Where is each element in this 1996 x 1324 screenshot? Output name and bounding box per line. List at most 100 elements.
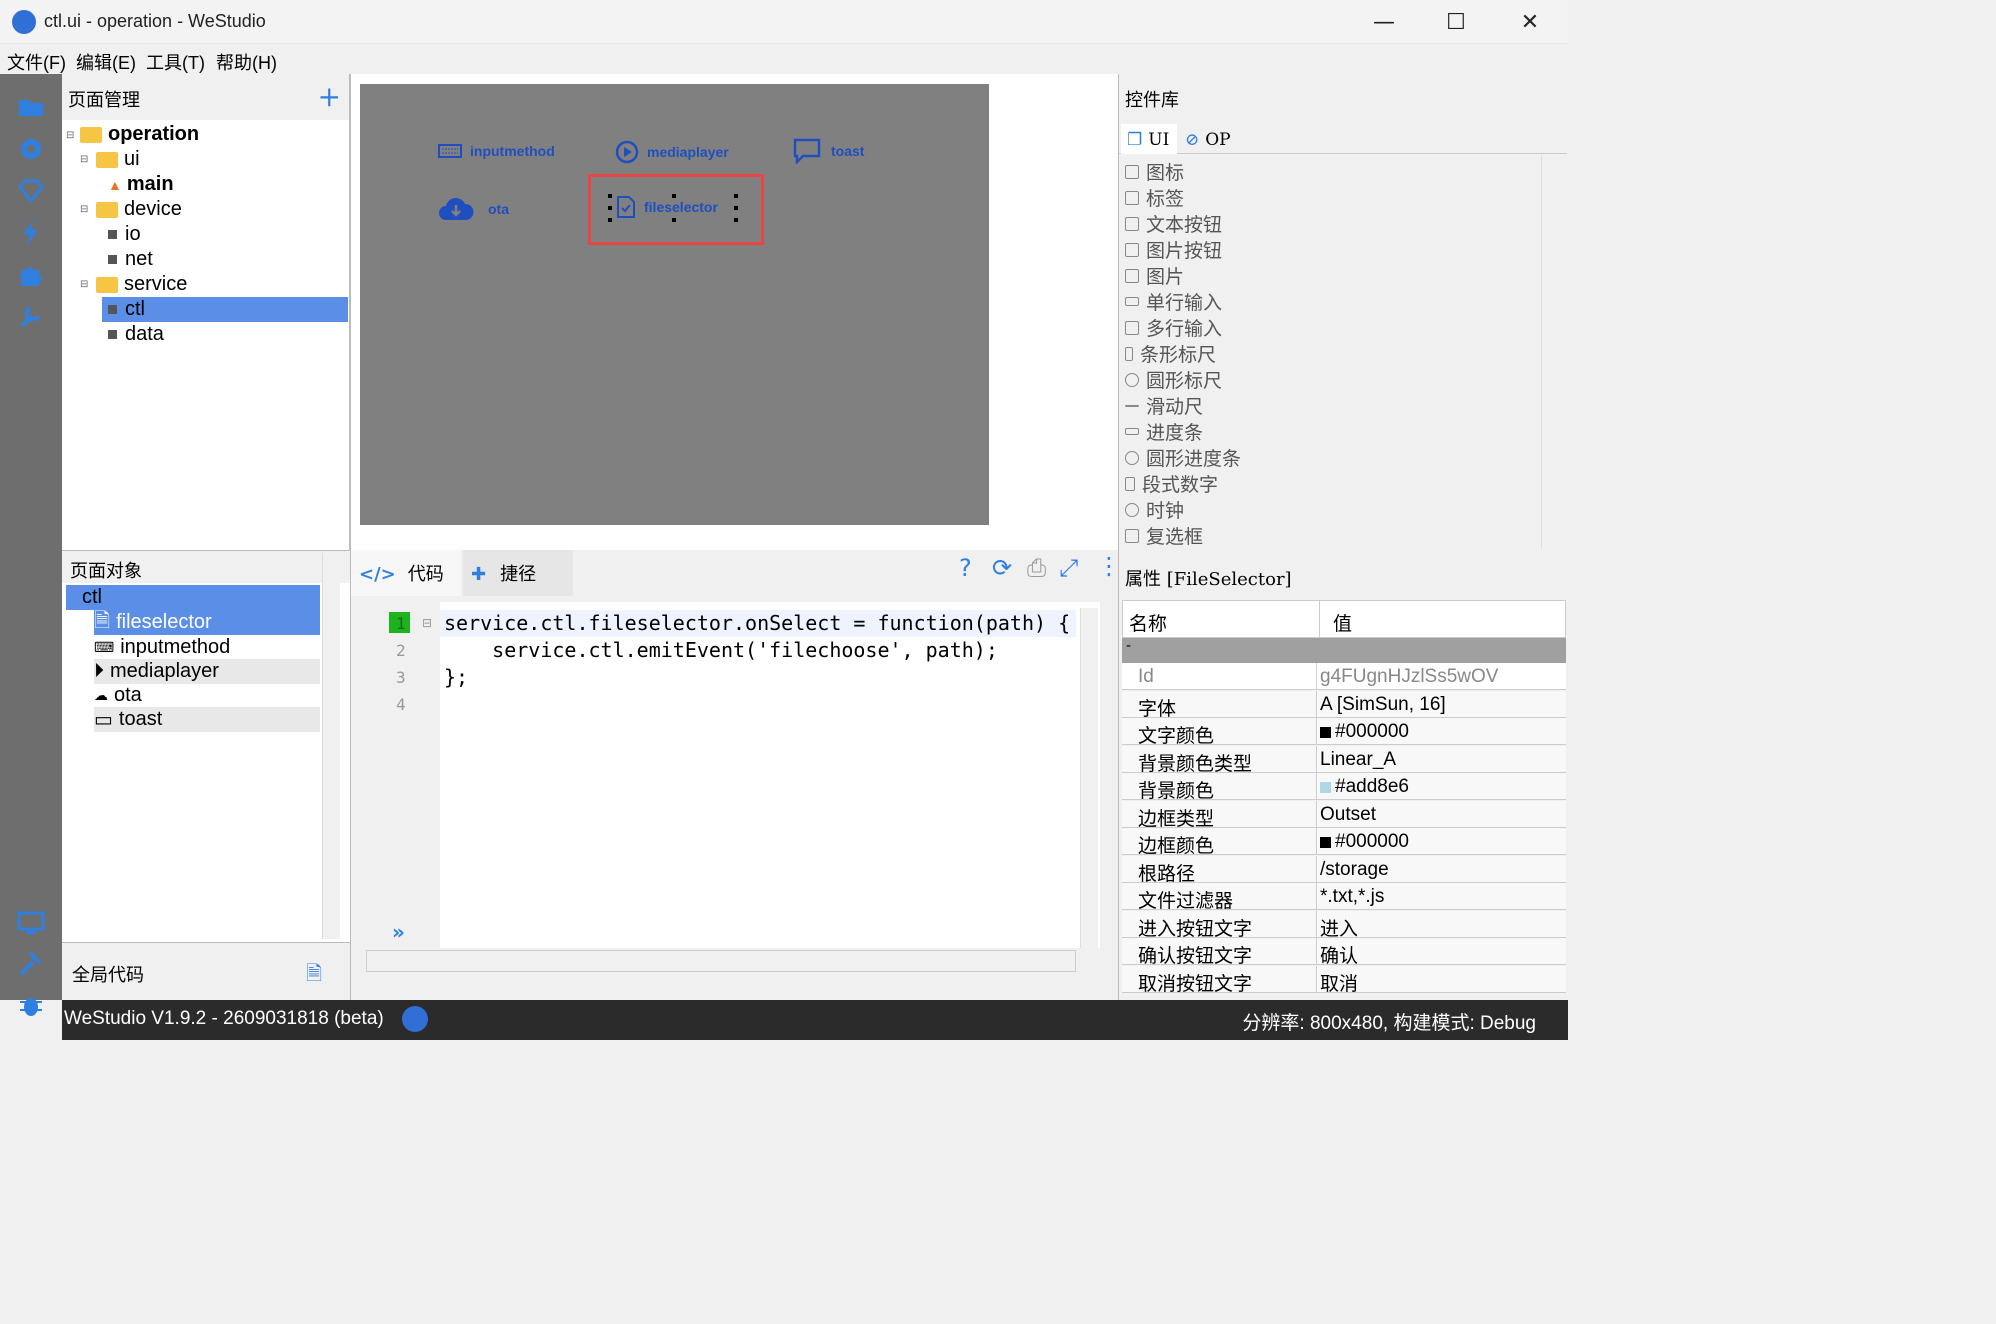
code-editor[interactable]: 1 2 3 4 ⊟ service.ctl.fileselector.onSel… bbox=[360, 602, 1100, 948]
resize-handles[interactable] bbox=[606, 190, 742, 226]
property-row[interactable]: 文件过滤器 *.txt,*.js bbox=[1122, 883, 1566, 912]
widget-label: toast bbox=[831, 143, 865, 159]
property-row[interactable]: Id g4FUgnHJzlSs5wOV bbox=[1122, 663, 1566, 690]
lib-item-multiline-input[interactable]: 多行输入 bbox=[1125, 314, 1222, 341]
editor-vscrollbar[interactable] bbox=[1080, 608, 1098, 948]
monitor-icon[interactable] bbox=[16, 908, 46, 938]
property-value[interactable]: 进入 bbox=[1320, 914, 1358, 941]
property-value[interactable]: A [SimSun, 16] bbox=[1320, 694, 1446, 716]
lib-item-checkbox[interactable]: 复选框 bbox=[1125, 522, 1203, 549]
menu-tools[interactable]: 工具(T) bbox=[146, 49, 205, 75]
diamond-icon[interactable] bbox=[16, 176, 46, 206]
widget-inputmethod[interactable]: inputmethod bbox=[438, 143, 555, 159]
hammer-icon[interactable] bbox=[16, 948, 46, 978]
folder-icon bbox=[96, 276, 118, 293]
lib-item-round-progress[interactable]: 圆形进度条 bbox=[1125, 444, 1241, 471]
object-toast[interactable]: ▭ toast bbox=[94, 707, 320, 732]
property-row[interactable]: 边框类型 Outset bbox=[1122, 800, 1566, 830]
property-value[interactable]: #000000 bbox=[1320, 831, 1409, 853]
property-group-row[interactable]: - bbox=[1122, 638, 1566, 663]
document-icon[interactable]: 🗎 bbox=[306, 959, 322, 993]
property-value[interactable]: #add8e6 bbox=[1320, 776, 1409, 798]
tab-op[interactable]: ⊘ OP bbox=[1179, 124, 1239, 154]
help-icon[interactable]: ? bbox=[959, 554, 972, 582]
property-row[interactable]: 确认按钮文字 确认 bbox=[1122, 938, 1566, 968]
lib-item-bar-gauge[interactable]: 条形标尺 bbox=[1125, 340, 1216, 367]
collapse-icon[interactable]: ⊟ bbox=[66, 130, 74, 141]
lib-item-line-input[interactable]: 单行输入 bbox=[1125, 288, 1222, 315]
tree-node-ctl[interactable]: ctl bbox=[102, 297, 348, 322]
tree-node-operation[interactable]: operation bbox=[80, 122, 199, 147]
property-name: 文件过滤器 bbox=[1138, 891, 1234, 912]
object-fileselector[interactable]: 🗎 fileselector bbox=[94, 610, 320, 635]
menu-file[interactable]: 文件(F) bbox=[7, 49, 66, 75]
property-row[interactable]: 背景颜色类型 Linear_A bbox=[1122, 745, 1566, 775]
collapse-icon[interactable]: ⊟ bbox=[80, 204, 88, 215]
lib-item-image[interactable]: 图片 bbox=[1125, 262, 1184, 289]
lightning-icon[interactable] bbox=[16, 218, 46, 248]
property-value[interactable]: /storage bbox=[1320, 859, 1389, 881]
collapse-icon[interactable]: ⊟ bbox=[80, 279, 88, 290]
widget-toast[interactable]: toast bbox=[793, 138, 864, 164]
lib-item-text-button[interactable]: 文本按钮 bbox=[1125, 210, 1222, 237]
object-mediaplayer[interactable]: ⏵ mediaplayer bbox=[94, 659, 320, 684]
tree-node-ui[interactable]: ui bbox=[96, 147, 140, 172]
property-row[interactable]: 进入按钮文字 进入 bbox=[1122, 910, 1566, 941]
property-row[interactable]: 字体 A [SimSun, 16] bbox=[1122, 690, 1566, 720]
folder-open-icon[interactable] bbox=[16, 92, 46, 122]
property-row[interactable]: 根路径/storage bbox=[1122, 855, 1566, 885]
global-code-bar[interactable]: 全局代码 🗎 bbox=[62, 942, 350, 1000]
property-row[interactable]: 取消按钮文字 取消 bbox=[1122, 965, 1566, 996]
lib-item-icon[interactable]: 图标 bbox=[1125, 158, 1184, 185]
gear-icon[interactable] bbox=[16, 134, 46, 164]
tab-code[interactable]: </> 代码 bbox=[351, 550, 461, 596]
tree-node-service[interactable]: service bbox=[96, 272, 187, 297]
lib-item-image-button[interactable]: 图片按钮 bbox=[1125, 236, 1222, 263]
widget-mediaplayer[interactable]: mediaplayer bbox=[615, 140, 729, 164]
collapse-icon[interactable]: ⊟ bbox=[80, 154, 88, 165]
refresh-icon[interactable]: ⟳ bbox=[992, 554, 1012, 582]
tab-ui[interactable]: ❐ UI bbox=[1121, 124, 1177, 154]
tree-node-net[interactable]: net bbox=[108, 247, 153, 272]
object-inputmethod[interactable]: ⌨ inputmethod bbox=[94, 635, 230, 660]
tab-shortcut[interactable]: ✚ 捷径 bbox=[463, 550, 573, 596]
tree-node-device[interactable]: device bbox=[96, 197, 182, 222]
tree-node-main[interactable]: ▲ main bbox=[108, 172, 174, 197]
property-value[interactable]: #000000 bbox=[1320, 721, 1409, 743]
bug-icon[interactable] bbox=[16, 990, 46, 1020]
property-value[interactable]: 确认 bbox=[1320, 941, 1358, 968]
property-value[interactable]: *.txt,*.js bbox=[1320, 886, 1384, 908]
property-value[interactable]: Linear_A bbox=[1320, 749, 1396, 771]
menu-edit[interactable]: 编辑(E) bbox=[76, 49, 136, 75]
property-value[interactable]: Outset bbox=[1320, 804, 1376, 826]
save-icon[interactable]: ⎙ bbox=[1027, 554, 1046, 582]
lib-item-clock[interactable]: 时钟 bbox=[1125, 496, 1184, 523]
menu-help[interactable]: 帮助(H) bbox=[216, 49, 277, 75]
property-row[interactable]: 背景颜色 #add8e6 bbox=[1122, 773, 1566, 802]
property-row[interactable]: 边框颜色 #000000 bbox=[1122, 828, 1566, 857]
property-value[interactable]: g4FUgnHJzlSs5wOV bbox=[1320, 666, 1498, 688]
fold-icon[interactable]: ⊟ bbox=[422, 616, 432, 630]
object-ota[interactable]: ☁ ota bbox=[94, 683, 142, 708]
lib-item-progress[interactable]: 进度条 bbox=[1125, 418, 1203, 445]
chevron-double-right-icon[interactable]: » bbox=[392, 920, 405, 944]
lib-item-label[interactable]: 标签 bbox=[1125, 184, 1184, 211]
property-value[interactable]: 取消 bbox=[1320, 969, 1358, 996]
lib-item-slider[interactable]: 滑动尺 bbox=[1125, 392, 1203, 419]
add-page-icon[interactable]: + bbox=[318, 80, 341, 113]
property-row[interactable]: 文字颜色 #000000 bbox=[1122, 718, 1566, 747]
minimize-button[interactable]: — bbox=[1348, 0, 1420, 44]
library-scrollbar[interactable] bbox=[1541, 156, 1559, 548]
objects-scrollbar[interactable] bbox=[322, 553, 340, 939]
editor-hscrollbar[interactable] bbox=[366, 950, 1076, 972]
tools-icon[interactable] bbox=[16, 302, 46, 332]
tree-node-io[interactable]: io bbox=[108, 222, 141, 247]
lib-item-round-gauge[interactable]: 圆形标尺 bbox=[1125, 366, 1222, 393]
expand-icon[interactable]: ⤢ bbox=[1059, 554, 1078, 582]
close-button[interactable]: ✕ bbox=[1494, 0, 1566, 44]
maximize-button[interactable]: ☐ bbox=[1420, 0, 1492, 44]
widget-ota[interactable]: ota bbox=[438, 196, 509, 222]
puzzle-icon[interactable] bbox=[16, 260, 46, 290]
tree-node-data[interactable]: data bbox=[108, 322, 164, 347]
lib-item-segment-digit[interactable]: 段式数字 bbox=[1125, 470, 1218, 497]
